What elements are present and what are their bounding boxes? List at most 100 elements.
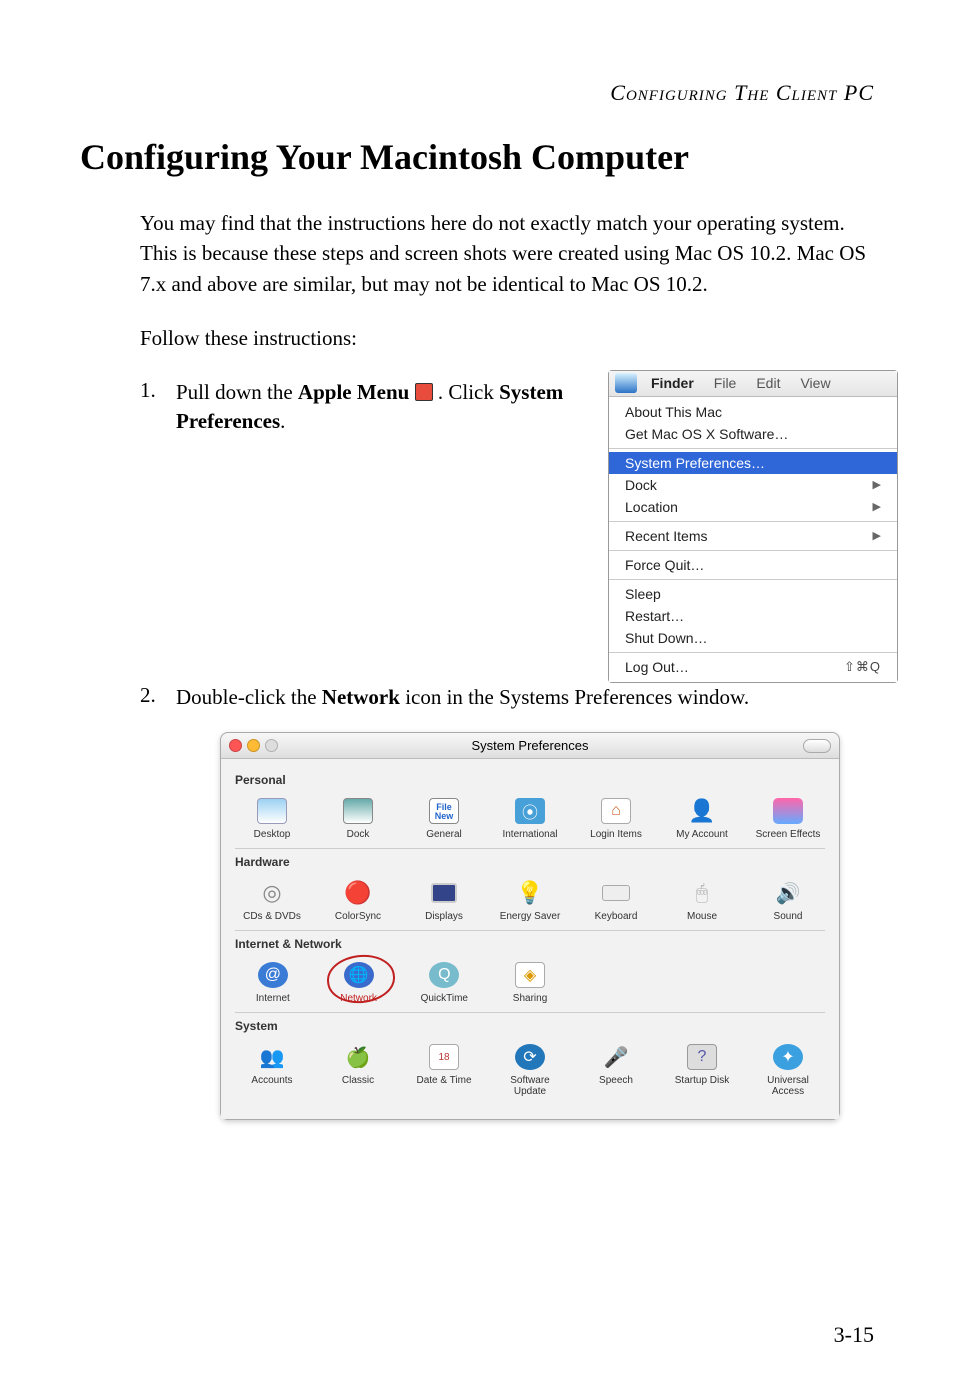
- menubar-finder[interactable]: Finder: [641, 375, 704, 391]
- displays-icon: [431, 883, 457, 903]
- pref-date-time[interactable]: 18Date & Time: [407, 1043, 481, 1097]
- syspref-titlebar[interactable]: System Preferences: [221, 733, 839, 759]
- my-account-icon: 👤: [687, 798, 717, 824]
- menu-sleep[interactable]: Sleep: [609, 583, 897, 605]
- menu-separator: [609, 579, 897, 580]
- pref-mouse[interactable]: 🖱 Mouse: [665, 879, 739, 922]
- apple-logo-icon[interactable]: [615, 373, 637, 393]
- menu-shutdown[interactable]: Shut Down…: [609, 627, 897, 649]
- close-button[interactable]: [229, 739, 242, 752]
- mouse-icon: 🖱: [687, 880, 717, 906]
- menu-recent-items[interactable]: Recent Items ▶: [609, 525, 897, 547]
- pref-cds-dvds[interactable]: ◎CDs & DVDs: [235, 879, 309, 922]
- toolbar-pill-button[interactable]: [803, 739, 831, 753]
- pref-speech[interactable]: 🎤Speech: [579, 1043, 653, 1097]
- pref-displays[interactable]: Displays: [407, 879, 481, 922]
- pref-startup-disk-label: Startup Disk: [675, 1075, 729, 1086]
- pref-accounts-label: Accounts: [251, 1075, 292, 1086]
- section-personal: Personal: [235, 773, 825, 787]
- system-preferences-window: System Preferences Personal Desktop Dock…: [220, 732, 840, 1120]
- menu-logout-label: Log Out…: [625, 659, 689, 675]
- sharing-icon: ◈: [515, 962, 545, 988]
- zoom-button[interactable]: [265, 739, 278, 752]
- minimize-button[interactable]: [247, 739, 260, 752]
- menu-get-software[interactable]: Get Mac OS X Software…: [609, 423, 897, 445]
- section-internet-network: Internet & Network: [235, 937, 825, 951]
- pref-universal-access-label: Universal Access: [751, 1075, 825, 1097]
- menu-recent-items-label: Recent Items: [625, 528, 707, 544]
- pref-general-label: General: [426, 829, 462, 840]
- desktop-icon: [257, 798, 287, 824]
- pref-mouse-label: Mouse: [687, 911, 717, 922]
- step-1-number: 1.: [140, 378, 176, 437]
- pref-login-items-label: Login Items: [590, 829, 642, 840]
- menu-logout[interactable]: Log Out…⇧⌘Q: [609, 656, 897, 678]
- menu-separator: [609, 448, 897, 449]
- sound-icon: 🔊: [773, 880, 803, 906]
- pref-startup-disk[interactable]: ?Startup Disk: [665, 1043, 739, 1097]
- pref-dock[interactable]: Dock: [321, 797, 395, 840]
- menu-dock-label: Dock: [625, 477, 657, 493]
- pref-keyboard-label: Keyboard: [595, 911, 638, 922]
- pref-international[interactable]: ⦿International: [493, 797, 567, 840]
- syspref-body: Personal Desktop Dock FileNewGeneral ⦿In…: [221, 759, 839, 1119]
- pref-classic[interactable]: 🍏 Classic: [321, 1043, 395, 1097]
- pref-my-account[interactable]: 👤My Account: [665, 797, 739, 840]
- step-1-b: Apple Menu: [298, 380, 409, 404]
- pref-general[interactable]: FileNewGeneral: [407, 797, 481, 840]
- apple-glyph-icon: [415, 383, 433, 401]
- pref-network[interactable]: 🌐 Network: [321, 961, 397, 1004]
- universal-access-icon: ✦: [773, 1044, 803, 1070]
- menubar-file[interactable]: File: [704, 375, 747, 391]
- menu-system-preferences[interactable]: System Preferences…: [609, 452, 897, 474]
- energy-icon: 💡: [515, 880, 545, 906]
- submenu-arrow-icon: ▶: [873, 529, 881, 542]
- menu-get-software-label: Get Mac OS X Software…: [625, 426, 788, 442]
- pref-screen-effects[interactable]: Screen Effects: [751, 797, 825, 840]
- menubar-edit[interactable]: Edit: [746, 375, 790, 391]
- pref-sharing[interactable]: ◈Sharing: [492, 961, 568, 1004]
- row-internet-network: @Internet 🌐 Network QQuickTime ◈Sharing: [235, 955, 825, 1013]
- classic-icon: 🍏: [343, 1044, 373, 1070]
- quicktime-icon: Q: [429, 962, 459, 988]
- pref-keyboard[interactable]: Keyboard: [579, 879, 653, 922]
- menu-separator: [609, 521, 897, 522]
- step-1-a: Pull down the: [176, 380, 298, 404]
- menu-location[interactable]: Location▶: [609, 496, 897, 518]
- row-personal: Desktop Dock FileNewGeneral ⦿Internation…: [235, 791, 825, 849]
- pref-software-update[interactable]: ⟳Software Update: [493, 1043, 567, 1097]
- software-update-icon: ⟳: [515, 1044, 545, 1070]
- internet-icon: @: [258, 962, 288, 988]
- menu-force-quit-label: Force Quit…: [625, 557, 704, 573]
- pref-login-items[interactable]: ⌂Login Items: [579, 797, 653, 840]
- running-header: Configuring The Client PC: [80, 80, 874, 106]
- pref-accounts[interactable]: 👥 Accounts: [235, 1043, 309, 1097]
- keyboard-icon: [602, 885, 630, 901]
- apple-menu-screenshot: Finder File Edit View About This Mac Get…: [608, 370, 898, 683]
- pref-universal-access[interactable]: ✦ Universal Access: [751, 1043, 825, 1097]
- step-2: 2. Double-click the Network icon in the …: [140, 683, 874, 712]
- menu-separator: [609, 550, 897, 551]
- apple-menu-body: About This Mac Get Mac OS X Software… Sy…: [609, 397, 897, 682]
- menu-about-mac[interactable]: About This Mac: [609, 401, 897, 423]
- section-hardware: Hardware: [235, 855, 825, 869]
- pref-internet[interactable]: @Internet: [235, 961, 311, 1004]
- page-number: 3-15: [834, 1322, 874, 1348]
- menubar-view[interactable]: View: [790, 375, 840, 391]
- menu-sleep-label: Sleep: [625, 586, 661, 602]
- page-title: Configuring Your Macintosh Computer: [80, 136, 874, 178]
- menu-force-quit[interactable]: Force Quit…: [609, 554, 897, 576]
- menu-restart[interactable]: Restart…: [609, 605, 897, 627]
- pref-quicktime[interactable]: QQuickTime: [406, 961, 482, 1004]
- pref-energy-saver[interactable]: 💡 Energy Saver: [493, 879, 567, 922]
- accounts-icon: 👥: [257, 1044, 287, 1070]
- pref-classic-label: Classic: [342, 1075, 374, 1086]
- pref-colorsync[interactable]: 🔴ColorSync: [321, 879, 395, 922]
- menu-separator: [609, 652, 897, 653]
- pref-energy-label: Energy Saver: [500, 911, 561, 922]
- menu-dock[interactable]: Dock▶: [609, 474, 897, 496]
- step-1-e: .: [280, 409, 285, 433]
- pref-sound[interactable]: 🔊Sound: [751, 879, 825, 922]
- pref-desktop-label: Desktop: [254, 829, 291, 840]
- pref-desktop[interactable]: Desktop: [235, 797, 309, 840]
